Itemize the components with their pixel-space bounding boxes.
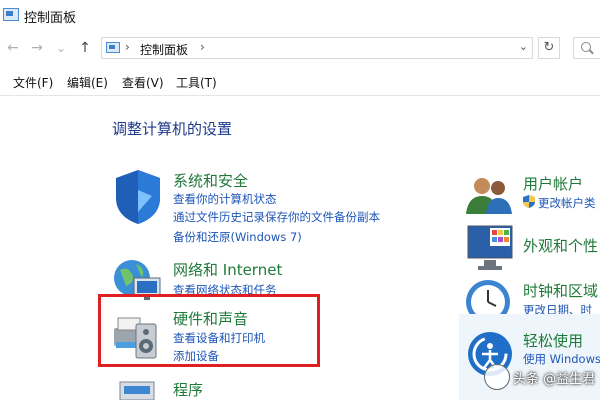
chevron-down-icon[interactable]: ⌄ — [519, 40, 528, 53]
link-change-account-type[interactable]: 更改帐户类 — [538, 195, 596, 211]
page-title: 调整计算机的设置 — [112, 120, 233, 138]
title-bar: 控制面板 — [0, 0, 600, 32]
category-system-security[interactable]: 系统和安全 — [173, 170, 248, 191]
watermark-logo-icon — [484, 364, 510, 390]
link-use-windows[interactable]: 使用 Windows — [523, 351, 600, 367]
address-row: ← → ⌄ ↑ › 控制面板 › ⌄ ↻ — [0, 32, 600, 64]
category-appearance[interactable]: 外观和个性 — [523, 235, 598, 256]
uac-shield-icon — [523, 195, 535, 208]
shield-icon — [116, 170, 160, 224]
search-input[interactable] — [573, 37, 600, 59]
control-panel-icon — [3, 8, 19, 21]
category-programs[interactable]: 程序 — [173, 379, 203, 400]
control-panel-icon — [106, 42, 120, 53]
menu-bar: 文件(F) 编辑(E) 查看(V) 工具(T) — [0, 70, 600, 94]
category-user-accounts[interactable]: 用户帐户 — [523, 173, 583, 194]
address-bar[interactable]: › 控制面板 › ⌄ — [101, 37, 533, 59]
link-file-history-backup[interactable]: 通过文件历史记录保存你的文件备份副本 — [173, 209, 380, 225]
breadcrumb-control-panel[interactable]: 控制面板 — [140, 41, 188, 58]
highlight-box — [98, 294, 320, 367]
category-ease-of-access[interactable]: 轻松使用 — [523, 330, 583, 351]
category-network-internet[interactable]: 网络和 Internet — [173, 259, 282, 280]
menu-file[interactable]: 文件(F) — [13, 74, 53, 91]
menu-divider — [0, 95, 600, 96]
up-icon[interactable]: ↑ — [76, 38, 94, 58]
search-icon — [581, 42, 591, 52]
breadcrumb-separator[interactable]: › — [200, 40, 205, 54]
link-view-computer-status[interactable]: 查看你的计算机状态 — [173, 191, 277, 207]
breadcrumb-separator[interactable]: › — [125, 40, 130, 54]
back-icon[interactable]: ← — [4, 38, 22, 58]
category-clock-region[interactable]: 时钟和区域 — [523, 280, 598, 301]
recent-locations-icon[interactable]: ⌄ — [52, 38, 70, 58]
menu-edit[interactable]: 编辑(E) — [67, 74, 108, 91]
programs-icon — [119, 381, 155, 400]
forward-icon[interactable]: → — [28, 38, 46, 58]
refresh-icon[interactable]: ↻ — [538, 37, 560, 59]
watermark: 头条 @益生君 — [513, 372, 596, 387]
link-backup-restore[interactable]: 备份和还原(Windows 7) — [173, 229, 302, 245]
window-title: 控制面板 — [24, 11, 77, 26]
user-accounts-icon — [466, 178, 512, 214]
menu-view[interactable]: 查看(V) — [122, 74, 164, 91]
menu-tools[interactable]: 工具(T) — [176, 74, 217, 91]
appearance-icon — [467, 225, 513, 270]
